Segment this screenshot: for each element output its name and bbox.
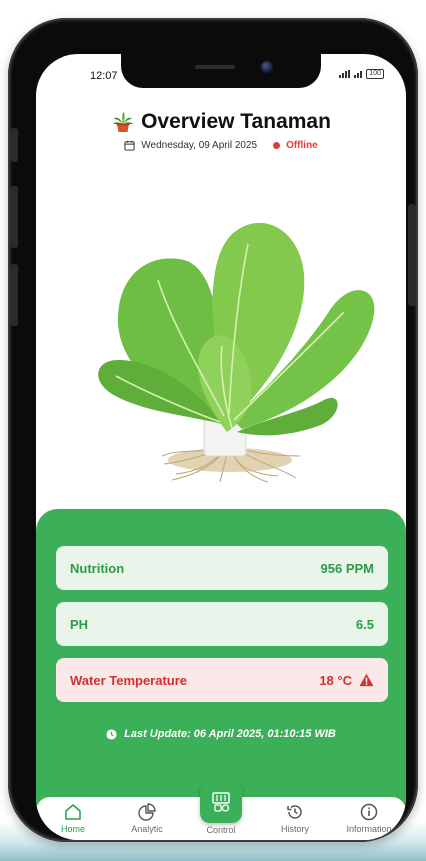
last-update-text: Last Update: 06 April 2025, 01:10:15 WIB [124, 728, 336, 740]
mute-switch [10, 128, 18, 162]
nav-label: Home [60, 824, 85, 834]
signal-icon-2 [354, 70, 363, 78]
nav-control-label: Control [206, 825, 236, 835]
control-panel-icon [212, 792, 230, 812]
camera-icon [261, 61, 273, 73]
nav-label: History [280, 824, 309, 834]
battery-icon: 100 [366, 69, 384, 79]
nav-label: Analytic [131, 824, 163, 834]
plant-image [98, 222, 375, 483]
app-screen: 12:07 100 Overview Tanaman Wednesday, 09… [36, 54, 406, 840]
header-meta: Wednesday, 09 April 2025 Offline [36, 140, 406, 151]
volume-down-button [10, 264, 18, 326]
info-icon [360, 803, 378, 821]
nav-information[interactable]: Information [332, 797, 406, 834]
page-header: Overview Tanaman Wednesday, 09 April 202… [36, 110, 406, 151]
reading-value-group: 18 °C [319, 673, 374, 688]
warning-triangle-icon [359, 673, 374, 687]
status-time: 12:07 [90, 70, 118, 82]
reading-label: Nutrition [70, 560, 125, 576]
nav-history[interactable]: History [258, 797, 332, 834]
page-title: Overview Tanaman [141, 110, 331, 133]
nav-label: Information [346, 824, 392, 834]
current-date: Wednesday, 09 April 2025 [141, 140, 258, 151]
last-update: Last Update: 06 April 2025, 01:10:15 WIB [36, 728, 406, 740]
reading-value: 6.5 [355, 616, 374, 632]
reading-value: 956 PPM [320, 560, 374, 576]
notch [121, 54, 321, 88]
nav-control-button[interactable] [200, 781, 242, 823]
reading-value: 18 °C [319, 672, 352, 688]
power-button [408, 204, 416, 306]
signal-icon [339, 70, 351, 78]
reading-label: PH [70, 616, 89, 632]
potted-plant-icon [113, 112, 134, 132]
volume-up-button [10, 186, 18, 248]
pie-chart-icon [138, 803, 156, 821]
reading-card-water-temperature: Water Temperature 18 °C [56, 658, 388, 702]
nav-home[interactable]: Home [36, 797, 110, 834]
history-icon [287, 805, 302, 819]
calendar-icon [124, 140, 135, 151]
nav-analytic[interactable]: Analytic [110, 797, 184, 834]
reading-card-nutrition: Nutrition 956 PPM [56, 546, 388, 590]
reading-label: Water Temperature [70, 672, 188, 688]
home-icon [65, 804, 81, 820]
status-dot-icon [273, 142, 281, 149]
reading-card-ph: PH 6.5 [56, 602, 388, 646]
clock-icon [106, 728, 117, 740]
speaker [195, 65, 235, 69]
title-row: Overview Tanaman [36, 110, 406, 134]
status-indicators: 100 [339, 69, 384, 79]
connection-status: Offline [286, 140, 318, 151]
phone-frame: 12:07 100 Overview Tanaman Wednesday, 09… [8, 18, 418, 842]
